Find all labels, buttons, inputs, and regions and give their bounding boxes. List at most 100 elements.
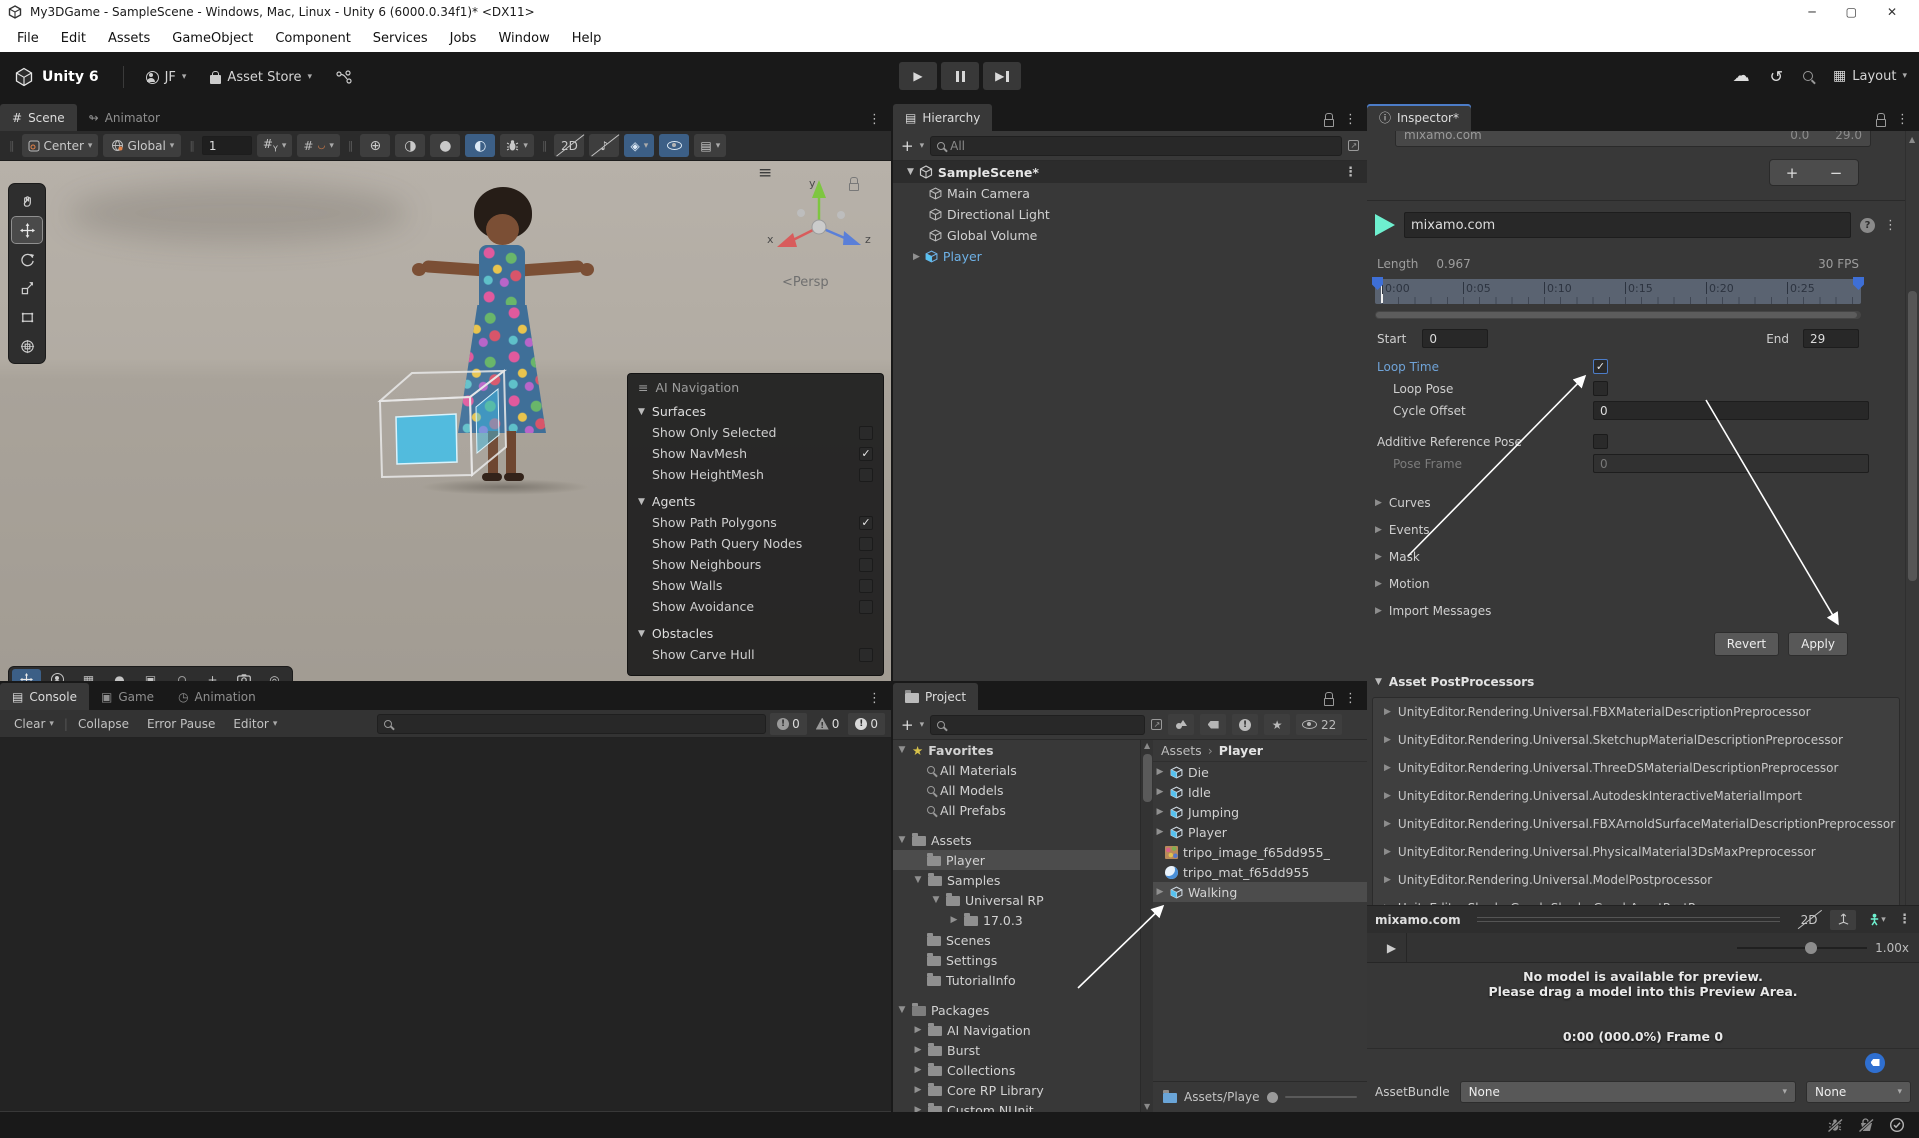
section-agents[interactable]: ▼ Agents [638,491,873,512]
menu-assets[interactable]: Assets [97,31,161,46]
tree-item[interactable]: ▶ Collections [893,1060,1140,1080]
apply-button[interactable]: Apply [1788,632,1848,656]
tree-item[interactable]: ▶ 17.0.3 [893,910,1140,930]
clip-name-field[interactable]: mixamo.com [1404,212,1851,238]
compass-overlay-button[interactable]: ◎ [260,669,289,682]
debug-draw-button[interactable]: ▾ [500,134,534,157]
menu-jobs[interactable]: Jobs [439,31,488,46]
scene-viewport[interactable]: ▦ ● ▣ + ◎ ≡ AI Navigation ▼ Surfaces Show … [0,161,891,681]
search-icon[interactable] [1803,71,1814,81]
rect-tool-button[interactable] [12,304,42,330]
scene-row-menu-icon[interactable]: ⋮ [1344,165,1367,180]
expander-icon[interactable]: ▶ [1155,787,1165,797]
step-button[interactable]: ▶ [983,62,1021,90]
tab-animator[interactable]: ↬ Animator [77,104,172,131]
tree-item[interactable]: TutorialInfo [893,970,1140,990]
show-avoidance-checkbox[interactable] [859,599,873,614]
rotate-tool-button[interactable] [12,246,42,272]
draw-mode-button[interactable]: ⊕ [360,134,391,157]
picker-icon[interactable] [1151,719,1163,730]
preview-menu-icon[interactable]: ⋮ [1898,912,1911,927]
foldout-motion[interactable]: ▶ Motion [1367,570,1905,597]
end-field[interactable]: 29 [1803,329,1859,348]
scale-tool-button[interactable] [12,275,42,301]
timeline-scrollbar[interactable] [1375,311,1861,319]
menu-window[interactable]: Window [487,31,560,46]
tree-item[interactable]: ▶ AI Navigation [893,1020,1140,1040]
pause-button[interactable] [941,62,979,90]
show-navmesh-checkbox[interactable]: ✓ [859,446,873,461]
postprocessor-item[interactable]: ▶UnityEditor.ShaderGraph.ShaderGraphAsse… [1373,894,1899,905]
menu-file[interactable]: File [6,31,50,46]
preview-play-button[interactable]: ▶ [1377,933,1407,962]
tree-item-favorites[interactable]: ▼ ★ Favorites [893,740,1140,760]
assetbundle-dropdown[interactable]: None ▾ [1459,1081,1796,1103]
preview-area[interactable]: No model is available for preview. Pleas… [1367,963,1919,1048]
filter-by-type-button[interactable] [1168,714,1195,735]
cycle-offset-field[interactable]: 0 [1593,401,1869,420]
expander-icon[interactable]: ▶ [1155,807,1165,817]
tree-item[interactable]: All Materials [893,760,1140,780]
show-walls-checkbox[interactable] [859,578,873,593]
move-overlay-button[interactable] [12,669,41,681]
expander-icon[interactable]: ▶ [1155,887,1165,897]
postprocessor-item[interactable]: ▶ UnityEditor.Rendering.Universal.ThreeDS… [1373,754,1899,782]
editor-dropdown[interactable]: Editor ▾ [225,713,285,735]
preview-avatar-button[interactable]: ▾ [1864,910,1890,930]
account-button[interactable]: JF ▾ [134,70,199,85]
tree-item[interactable]: All Models [893,780,1140,800]
hierarchy-search[interactable]: All [930,135,1342,156]
show-only-selected-checkbox[interactable] [859,425,873,440]
console-log-area[interactable] [0,738,891,1111]
postprocessor-item[interactable]: ▶ UnityEditor.Rendering.Universal.Sketchu… [1373,726,1899,754]
grid-size-field[interactable]: 1 [201,136,252,155]
hand-tool-button[interactable] [12,188,42,214]
icon-size-slider[interactable] [1284,1096,1357,1098]
version-control-button[interactable] [324,70,364,84]
expander-icon[interactable]: ▶ [1155,827,1165,837]
expander-icon[interactable]: ▼ [907,167,914,177]
asset-item[interactable]: ▶ Player [1153,822,1367,842]
hierarchy-menu-icon[interactable]: ⋮ [1344,112,1357,127]
filter-importlog-button[interactable]: ! [1232,714,1259,735]
console-search[interactable] [377,713,767,734]
chevron-down-icon[interactable]: ▾ [920,141,925,151]
menu-services[interactable]: Services [362,31,439,46]
tree-item[interactable]: All Prefabs [893,800,1140,820]
clip-list-row[interactable]: mixamo.com 0.0 29.0 [1395,131,1871,147]
tree-item[interactable]: ▶ Burst [893,1040,1140,1060]
tree-item[interactable]: Scenes [893,930,1140,950]
collab-disabled-icon[interactable] [1858,1117,1875,1133]
effects-toggle-button[interactable]: ◈ ▾ [624,134,655,157]
projection-label[interactable]: <Persp [782,275,829,290]
menu-gameobject[interactable]: GameObject [161,31,264,46]
blocks-overlay-button[interactable]: ▣ [136,669,165,682]
show-path-polygons-checkbox[interactable]: ✓ [859,515,873,530]
tree-item[interactable]: ▼ Samples [893,870,1140,890]
asset-labels-icon[interactable] [1865,1052,1885,1073]
pivot-mode-button[interactable]: Center ▾ [21,134,99,157]
postprocessor-item[interactable]: ▶ UnityEditor.Rendering.Universal.FBXMate… [1373,698,1899,726]
tab-hierarchy[interactable]: ▤ Hierarchy [893,104,993,131]
start-field[interactable]: 0 [1422,329,1489,348]
preview-drag-handle[interactable] [1476,917,1780,922]
cloud-icon[interactable]: ☁ [1733,66,1750,86]
asset-postprocessors-header[interactable]: ▼ Asset PostProcessors [1367,666,1905,694]
info-count-badge[interactable]: ! 0 [770,712,807,735]
scene-visibility-button[interactable] [659,134,690,157]
lock-icon[interactable] [1876,112,1886,127]
postprocessor-item[interactable]: ▶ UnityEditor.Rendering.Universal.ModelPo… [1373,866,1899,894]
filter-by-label-button[interactable] [1200,714,1227,735]
unlit-button[interactable]: ● [430,134,461,157]
foldout-mask[interactable]: ▶ Mask [1367,543,1905,570]
error-pause-button[interactable]: Error Pause [139,713,223,735]
tab-animation[interactable]: ◷ Animation [166,683,268,710]
add-button[interactable]: + [901,716,914,734]
show-heightmesh-checkbox[interactable] [859,467,873,482]
tree-item-assets[interactable]: ▼ Assets [893,830,1140,850]
asset-item[interactable]: ▶ Die [1153,762,1367,782]
postprocessor-item[interactable]: ▶ UnityEditor.Rendering.Universal.FBXArno… [1373,810,1899,838]
tree-item-packages[interactable]: ▼ Packages [893,1000,1140,1020]
shaded-wireframe-button[interactable]: ◑ [395,134,426,157]
section-surfaces[interactable]: ▼ Surfaces [638,401,873,422]
